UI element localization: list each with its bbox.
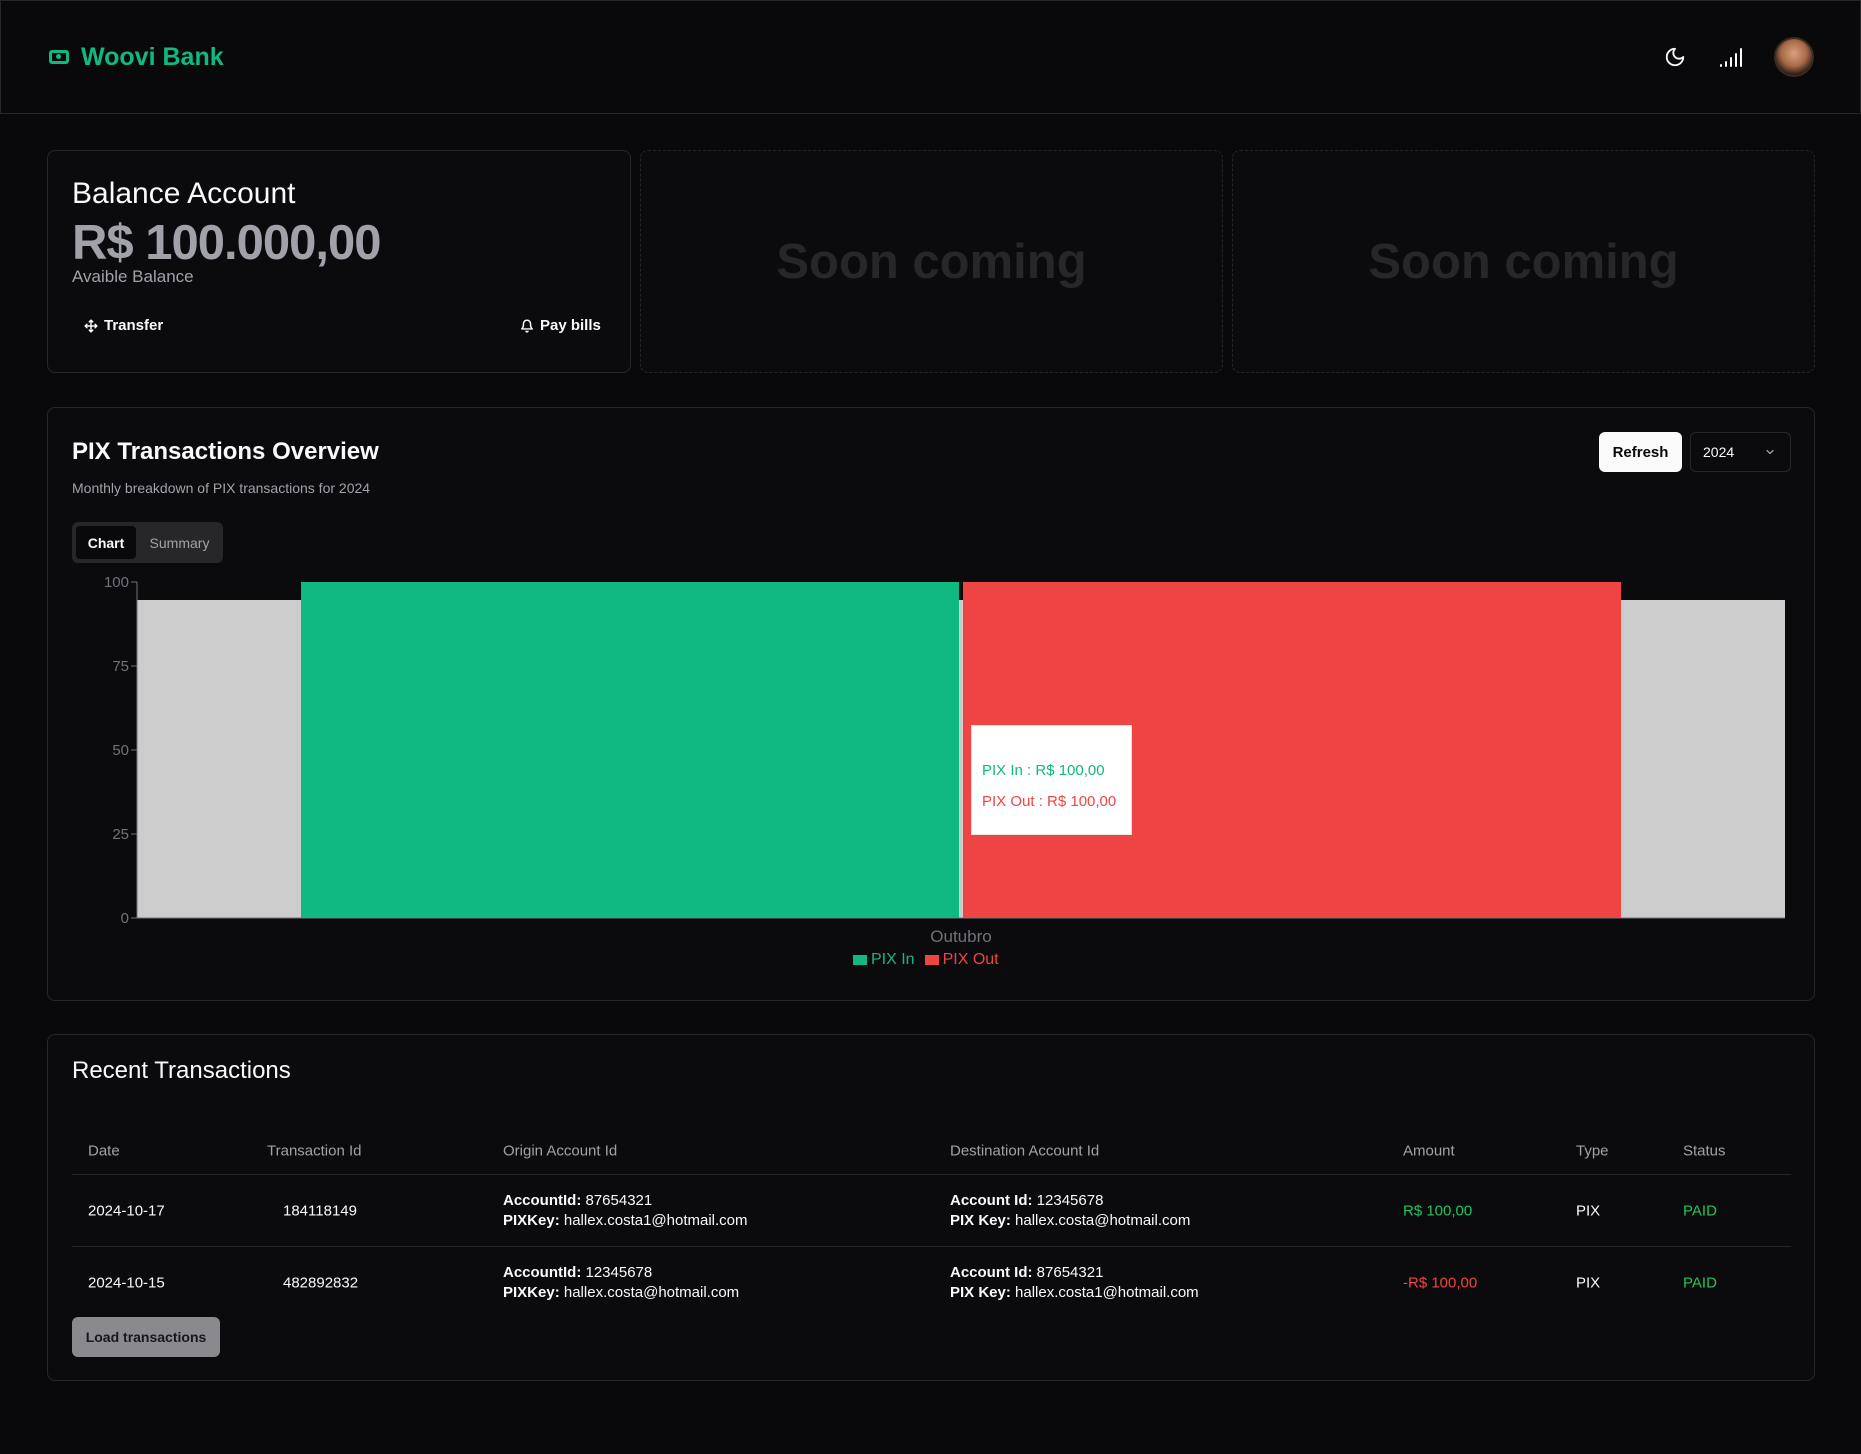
type-cell: PIX [1576, 1202, 1601, 1219]
legend-item-pix-out[interactable]: PIX Out [924, 951, 999, 969]
amount-cell: R$ 100,00 [1403, 1202, 1473, 1219]
dest-pixkey-label: PIX Key: [950, 1284, 1011, 1301]
dest-account-label: Account Id: [950, 1191, 1033, 1209]
column-header: Status [1683, 1142, 1726, 1159]
tooltip-pix-in: PIX In : R$ 100,00 [982, 762, 1105, 779]
y-tick-label: 25 [112, 826, 129, 843]
origin-pixkey-value: hallex.costa@hotmail.com [563, 1284, 740, 1301]
origin-account-value: 87654321 [585, 1191, 653, 1209]
origin-pixkey-value: hallex.costa1@hotmail.com [563, 1211, 748, 1229]
chart-tooltip: Outubro PIX In : R$ 100,00 PIX Out : R$ … [971, 725, 1132, 835]
origin-account-value: 12345678 [585, 1264, 653, 1281]
status-badge: PAID [1683, 1202, 1717, 1219]
origin-pixkey-label: PIXKey: [503, 1284, 560, 1301]
table-row[interactable]: 2024-10-17 184118149 AccountId: 87654321… [72, 1175, 1791, 1247]
destination-account-cell: Account Id: 87654321 PIX Key: hallex.cos… [950, 1263, 1199, 1303]
recent-transactions-card: Recent Transactions Date Transaction Id … [47, 1034, 1815, 1381]
tooltip-title: Outubro [982, 734, 1037, 751]
origin-pixkey-label: PIXKey: [503, 1211, 560, 1229]
dest-account-label: Account Id: [950, 1264, 1033, 1281]
transaction-id-cell: 184118149 [283, 1202, 357, 1219]
origin-account-label: AccountId: [503, 1191, 582, 1209]
column-header: Date [88, 1142, 120, 1159]
chart-legend: PIX In PIX Out [853, 951, 999, 969]
y-tick-label: 75 [112, 658, 129, 675]
x-tick-label: Outubro [930, 927, 991, 946]
tooltip-pix-out: PIX Out : R$ 100,00 [982, 793, 1117, 810]
origin-account-cell: AccountId: 87654321 PIXKey: hallex.costa… [503, 1191, 748, 1231]
dest-account-value: 12345678 [1036, 1191, 1104, 1209]
column-header: Origin Account Id [503, 1142, 618, 1159]
table-row[interactable]: 2024-10-15 482892832 AccountId: 12345678… [72, 1247, 1791, 1319]
y-tick-label: 50 [112, 742, 129, 759]
legend-label: PIX Out [942, 951, 999, 968]
column-header: Destination Account Id [950, 1142, 1100, 1159]
type-cell: PIX [1576, 1274, 1601, 1292]
dest-pixkey-value: hallex.costa@hotmail.com [1015, 1211, 1191, 1229]
origin-account-cell: AccountId: 12345678 PIXKey: hallex.costa… [503, 1263, 739, 1303]
load-transactions-button[interactable]: Load transactions [72, 1317, 220, 1357]
transactions-table: Date Transaction Id Origin Account Id De… [72, 1127, 1791, 1319]
column-header: Amount [1403, 1142, 1455, 1159]
dest-pixkey-value: hallex.costa1@hotmail.com [1015, 1284, 1199, 1301]
date-cell: 2024-10-15 [88, 1274, 165, 1292]
y-tick-label: 0 [121, 910, 129, 927]
legend-item-pix-in[interactable]: PIX In [853, 951, 915, 969]
legend-swatch [924, 955, 939, 965]
transaction-id-cell: 482892832 [283, 1274, 359, 1292]
column-header: Type [1576, 1142, 1609, 1159]
dest-pixkey-label: PIX Key: [950, 1211, 1011, 1229]
dest-account-value: 87654321 [1036, 1264, 1104, 1281]
legend-label: PIX In [871, 951, 915, 968]
transactions-title: Recent Transactions [72, 1057, 291, 1084]
y-tick-label: 100 [104, 574, 129, 591]
legend-swatch [853, 955, 867, 965]
destination-account-cell: Account Id: 12345678 PIX Key: hallex.cos… [950, 1191, 1190, 1231]
bar-pix-in [301, 582, 959, 918]
table-header-row: Date Transaction Id Origin Account Id De… [72, 1127, 1791, 1175]
origin-account-label: AccountId: [503, 1264, 582, 1281]
date-cell: 2024-10-17 [88, 1202, 165, 1219]
amount-cell: -R$ 100,00 [1403, 1274, 1478, 1292]
status-badge: PAID [1683, 1274, 1717, 1292]
column-header: Transaction Id [267, 1142, 362, 1159]
